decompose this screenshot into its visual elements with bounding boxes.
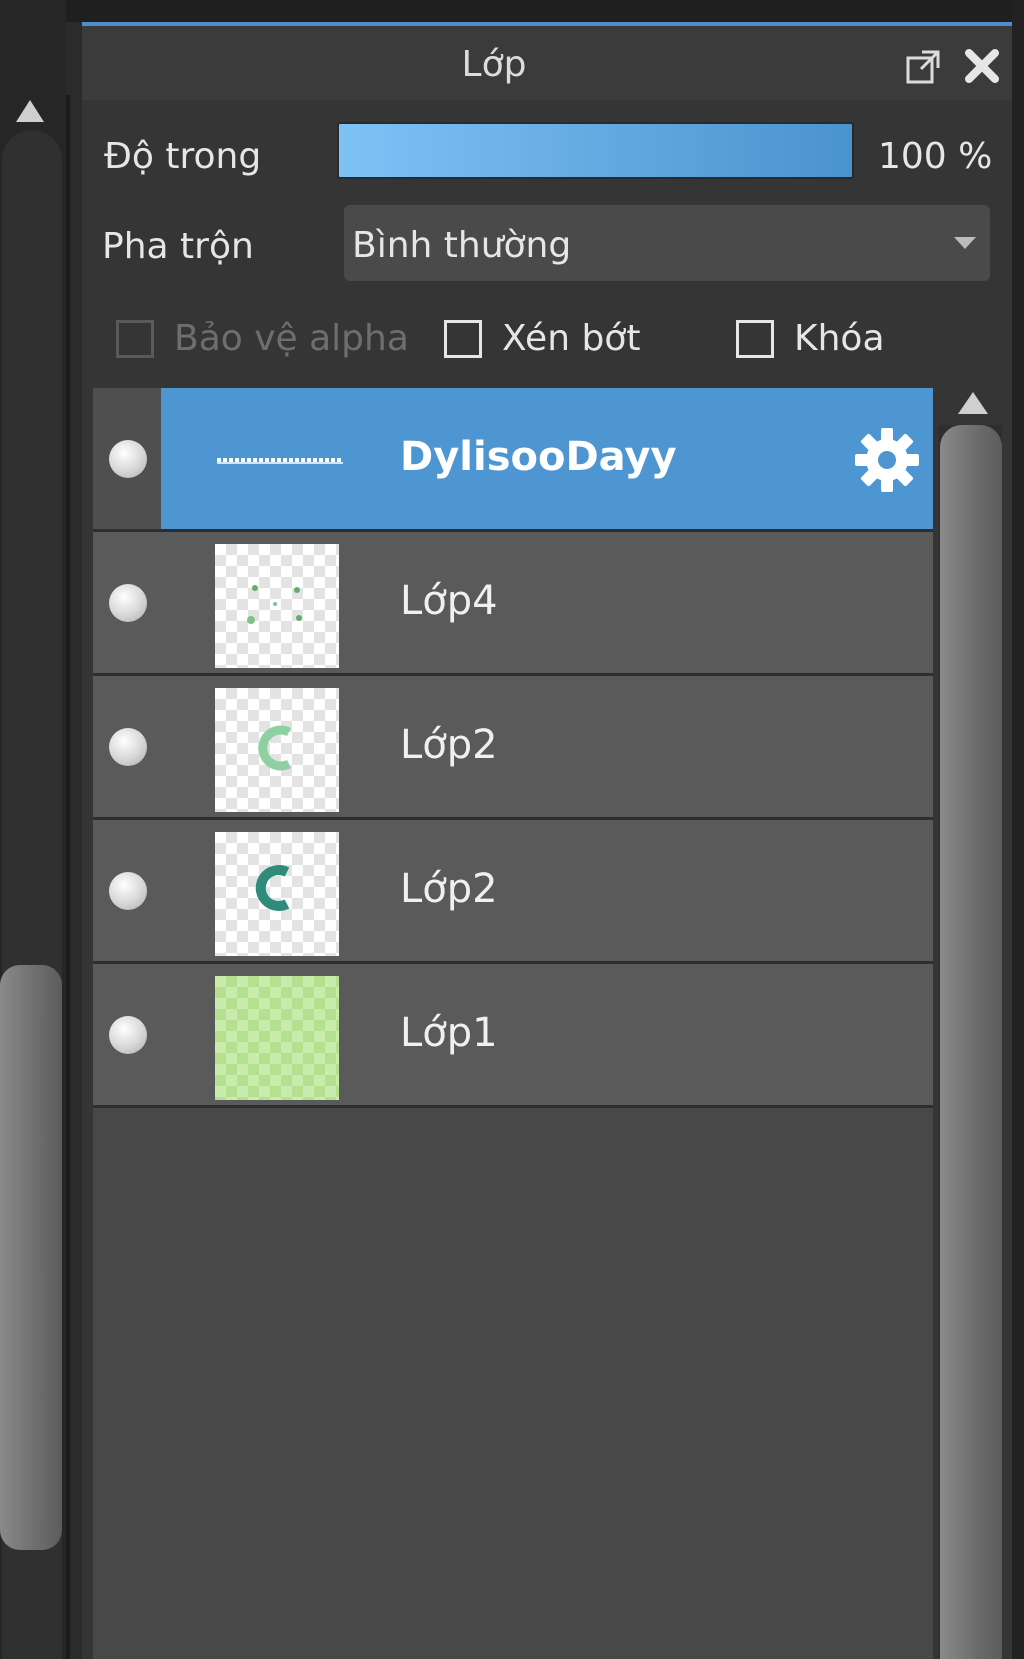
clip-checkbox[interactable] bbox=[444, 320, 482, 358]
opacity-value: 100 % bbox=[878, 136, 993, 177]
chevron-down-icon bbox=[954, 237, 976, 249]
left-sidebar bbox=[0, 0, 66, 1659]
layer-row[interactable]: DylisooDayy bbox=[93, 388, 933, 532]
protect-alpha-checkbox[interactable] bbox=[116, 320, 154, 358]
layer-thumbnail bbox=[215, 544, 339, 668]
layer-thumbnail bbox=[215, 976, 339, 1100]
layer-name: Lớp2 bbox=[400, 866, 498, 912]
lock-label: Khóa bbox=[794, 318, 885, 359]
layer-row[interactable]: Lớp4 bbox=[93, 532, 933, 676]
blend-mode-value: Bình thường bbox=[352, 225, 572, 266]
layer-name: Lớp2 bbox=[400, 722, 498, 768]
left-scroll-thumb[interactable] bbox=[0, 965, 62, 1550]
visibility-toggle[interactable] bbox=[109, 1016, 147, 1054]
layer-name: DylisooDayy bbox=[400, 434, 677, 480]
layer-list-scroll-thumb[interactable] bbox=[940, 425, 1002, 1659]
panel-header: Lớp bbox=[82, 26, 1024, 100]
blend-mode-select[interactable]: Bình thường bbox=[344, 205, 990, 281]
top-bar bbox=[0, 0, 1024, 22]
layer-thumbnail bbox=[215, 832, 339, 956]
layer-row[interactable]: Lớp1 bbox=[93, 964, 933, 1108]
layer-row[interactable]: Lớp2 bbox=[93, 676, 933, 820]
visibility-toggle[interactable] bbox=[109, 872, 147, 910]
scroll-up-icon[interactable] bbox=[958, 392, 988, 414]
opacity-slider[interactable] bbox=[337, 122, 854, 179]
popout-icon[interactable] bbox=[904, 48, 942, 86]
protect-alpha-label: Bảo vệ alpha bbox=[174, 318, 409, 359]
visibility-toggle[interactable] bbox=[109, 440, 147, 478]
panel-title: Lớp bbox=[461, 44, 527, 85]
window-edge bbox=[1012, 0, 1024, 1659]
panel-active-line bbox=[82, 22, 1024, 26]
left-scroll-up-icon[interactable] bbox=[16, 100, 44, 122]
panel-divider[interactable] bbox=[66, 95, 70, 1659]
blend-mode-label: Pha trộn bbox=[102, 226, 254, 267]
layer-name: Lớp1 bbox=[400, 1010, 498, 1056]
gear-icon[interactable] bbox=[853, 426, 921, 494]
opacity-label: Độ trong bbox=[104, 136, 262, 177]
layer-name: Lớp4 bbox=[400, 578, 498, 624]
text-layer-thumbnail bbox=[217, 458, 343, 464]
close-icon[interactable] bbox=[962, 46, 1002, 86]
lock-checkbox[interactable] bbox=[736, 320, 774, 358]
layer-list: DylisooDayy Lớp4 Lớp2 Lớp2 Lớp1 bbox=[93, 388, 933, 1659]
visibility-toggle[interactable] bbox=[109, 728, 147, 766]
visibility-toggle[interactable] bbox=[109, 584, 147, 622]
layer-thumbnail bbox=[215, 688, 339, 812]
layer-row[interactable]: Lớp2 bbox=[93, 820, 933, 964]
clip-label: Xén bớt bbox=[502, 318, 641, 359]
